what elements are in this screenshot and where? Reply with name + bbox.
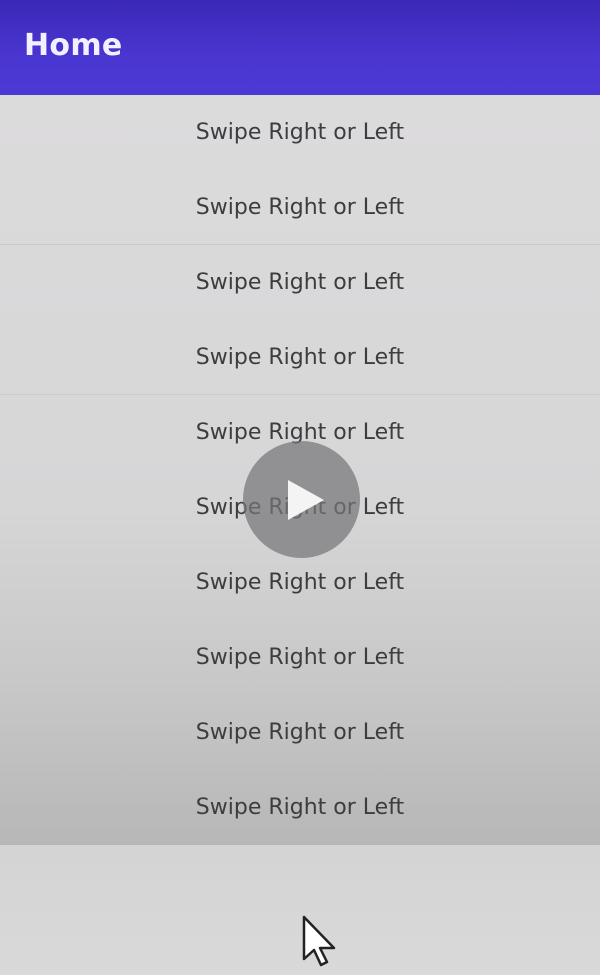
list-item[interactable]: Swipe Right or Left: [0, 695, 600, 770]
list-item-label: Swipe Right or Left: [195, 344, 405, 370]
play-button[interactable]: [243, 441, 360, 558]
list-item[interactable]: Swipe Right or Left: [0, 770, 600, 845]
app-bar: Home: [0, 0, 600, 95]
list-item-label: Swipe Right or Left: [195, 270, 405, 295]
list-item-label: Swipe Right or Left: [195, 120, 405, 145]
page-title: Home: [24, 28, 123, 63]
cursor-icon: [302, 915, 336, 967]
list-item[interactable]: Swipe Right or Left: [0, 245, 600, 320]
list-item-label: Swipe Right or Left: [195, 570, 405, 595]
list-item[interactable]: Swipe Right or Left: [0, 95, 600, 170]
list-item[interactable]: Swipe Right or Left: [0, 620, 600, 695]
play-icon: [287, 479, 324, 520]
bottom-empty-area: [0, 845, 600, 975]
list-item-label: Swipe Right or Left: [195, 194, 405, 220]
list-item[interactable]: Swipe Right or Left: [0, 170, 600, 245]
list-item[interactable]: Swipe Right or Left: [0, 320, 600, 395]
list-item-label: Swipe Right or Left: [195, 645, 405, 670]
list-item-label: Swipe Right or Left: [195, 720, 405, 745]
list-item-label: Swipe Right or Left: [195, 795, 405, 820]
app-screen: Home Swipe Right or Left Swipe Right or …: [0, 0, 600, 975]
